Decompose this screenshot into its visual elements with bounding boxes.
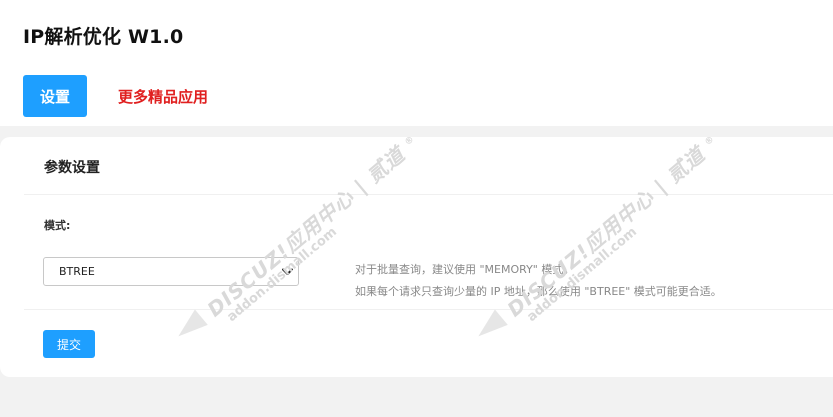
help-text-line: 对于批量查询，建议使用 "MEMORY" 模式。 bbox=[355, 263, 575, 276]
submit-button[interactable]: 提交 bbox=[43, 330, 95, 358]
more-apps-link[interactable]: 更多精品应用 bbox=[118, 86, 208, 107]
divider bbox=[24, 309, 833, 310]
mode-select[interactable]: BTREE bbox=[43, 257, 299, 286]
header-bar: IP解析优化 W1.0 设置 更多精品应用 bbox=[0, 0, 833, 126]
mode-label: 模式: bbox=[44, 219, 71, 232]
tab-settings[interactable]: 设置 bbox=[23, 75, 87, 117]
chevron-down-icon bbox=[282, 268, 293, 275]
app-title: IP解析优化 W1.0 bbox=[23, 26, 184, 48]
mode-select-value: BTREE bbox=[59, 265, 95, 278]
settings-panel: 参数设置 模式: BTREE 对于批量查询，建议使用 "MEMORY" 模式。 … bbox=[0, 137, 833, 377]
divider bbox=[24, 194, 833, 195]
help-text-line: 如果每个请求只查询少量的 IP 地址，那么使用 "BTREE" 模式可能更合适。 bbox=[355, 285, 722, 298]
panel-title: 参数设置 bbox=[44, 160, 100, 176]
